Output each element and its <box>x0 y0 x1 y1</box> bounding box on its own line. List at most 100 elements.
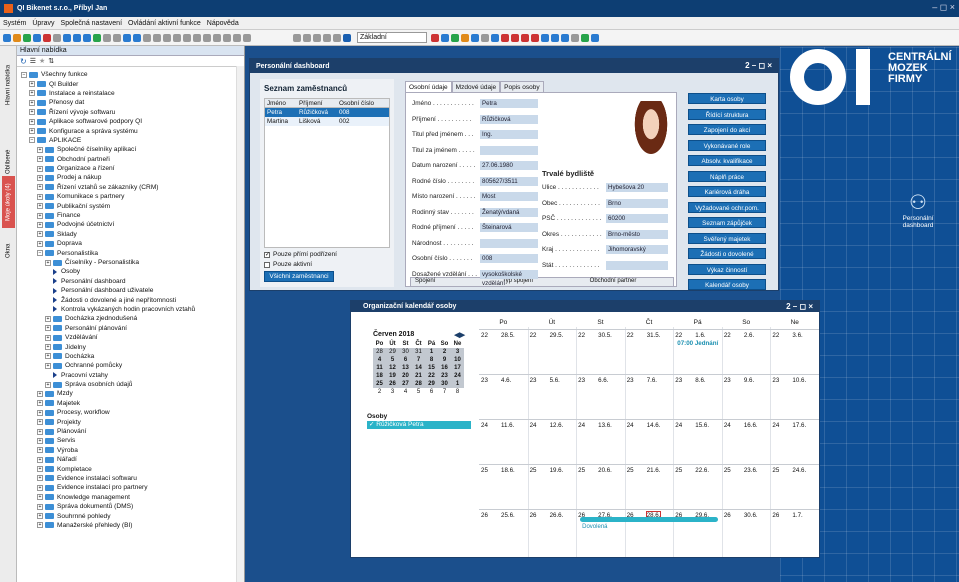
field-value[interactable]: Most <box>480 192 538 201</box>
tree-item[interactable]: + Řízení vývoje softwaru <box>17 108 244 117</box>
expand-toggle-icon[interactable]: + <box>37 240 43 247</box>
mini-day[interactable]: 22 <box>425 372 438 380</box>
expand-toggle-icon[interactable]: + <box>45 259 51 266</box>
mini-day[interactable]: 8 <box>425 356 438 364</box>
address-value[interactable]: 60200 <box>606 214 668 223</box>
calendar-day[interactable]: 20.6. <box>598 467 612 474</box>
toolbar-icon[interactable] <box>501 33 509 42</box>
toolbar-icon[interactable] <box>43 33 51 42</box>
expand-toggle-icon[interactable]: + <box>29 99 35 106</box>
menu-item[interactable]: Nápověda <box>207 20 239 27</box>
tree-item[interactable]: + Komunikace s partnery <box>17 192 244 201</box>
toolbar-icon[interactable] <box>323 33 331 42</box>
field-value[interactable]: Ing. <box>480 130 538 139</box>
relation-column-header[interactable]: Obchodní partner <box>586 278 673 286</box>
calendar-day[interactable]: 1.6. <box>695 332 705 339</box>
list-icon[interactable]: ☰ <box>30 57 36 65</box>
tree-item[interactable]: + Souhrnné pohledy <box>17 511 244 520</box>
mini-day[interactable]: 23 <box>438 372 451 380</box>
expand-toggle-icon[interactable]: + <box>37 522 43 529</box>
toolbar-icon[interactable] <box>83 33 91 42</box>
expand-toggle-icon[interactable]: + <box>37 400 43 407</box>
expand-toggle-icon[interactable]: − <box>21 71 27 78</box>
tree-item[interactable]: + Docházka zjednodušená <box>17 314 244 323</box>
expand-toggle-icon[interactable]: + <box>37 456 43 463</box>
view-combo[interactable]: Základní <box>357 32 427 43</box>
tree-item[interactable]: + Publikační systém <box>17 201 244 210</box>
expand-toggle-icon[interactable]: − <box>37 250 43 257</box>
relation-column-header[interactable]: Typ spojení <box>498 278 585 286</box>
expand-toggle-icon[interactable]: + <box>37 203 43 210</box>
toolbar-icon[interactable] <box>3 33 11 42</box>
tree-item[interactable]: + Správa osobních údajů <box>17 380 244 389</box>
toolbar-icon[interactable] <box>203 33 211 42</box>
expand-toggle-icon[interactable]: + <box>37 466 43 473</box>
toolbar-icon[interactable] <box>183 33 191 42</box>
mini-day[interactable]: 5 <box>412 388 425 396</box>
month-nav-icons[interactable]: ◀▶ <box>454 331 465 339</box>
tree-item[interactable]: Pracovní vztahy <box>17 371 244 380</box>
calendar-day[interactable]: 30.6. <box>744 512 758 519</box>
tree-item[interactable]: + Majetek <box>17 399 244 408</box>
expand-toggle-icon[interactable]: + <box>37 231 43 238</box>
expand-toggle-icon[interactable]: + <box>37 212 43 219</box>
expand-toggle-icon[interactable]: + <box>37 437 43 444</box>
vertical-tab[interactable]: Hlavní nabídka <box>2 50 15 120</box>
calendar-day[interactable]: 12.6. <box>550 422 564 429</box>
tree-item[interactable]: + Společné číselníky aplikací <box>17 145 244 154</box>
address-value[interactable]: Jihomoravský <box>606 245 668 254</box>
field-value[interactable] <box>480 238 538 248</box>
expand-toggle-icon[interactable]: + <box>45 315 51 322</box>
tree-item[interactable]: + Manažerské přehledy (BI) <box>17 521 244 530</box>
expand-toggle-icon[interactable]: + <box>37 513 43 520</box>
menu-item[interactable]: Úpravy <box>32 20 54 27</box>
dashboard-action-button[interactable]: Zapojení do akcí <box>688 124 766 135</box>
calendar-window-controls[interactable]: 2 – ◻ × <box>786 302 813 311</box>
expand-toggle-icon[interactable]: + <box>29 81 35 88</box>
expand-toggle-icon[interactable]: + <box>37 503 43 510</box>
calendar-day[interactable]: 14.6. <box>647 422 661 429</box>
toolbar-icon[interactable] <box>73 33 81 42</box>
calendar-day[interactable]: 5.6. <box>550 377 560 384</box>
tree-item[interactable]: − Všechny funkce <box>17 70 244 79</box>
field-value[interactable]: Růžičková <box>480 114 538 124</box>
sort-icon[interactable]: ⇅ <box>48 57 54 65</box>
tree-item[interactable]: + Personální plánování <box>17 324 244 333</box>
field-value[interactable]: Ženatý/vdaná <box>480 207 538 217</box>
tree-item[interactable]: + Správa dokumentů (DMS) <box>17 502 244 511</box>
calendar-day[interactable]: 23.6. <box>744 467 758 474</box>
calendar-day[interactable]: 9.6. <box>744 377 754 384</box>
expand-toggle-icon[interactable]: + <box>37 174 43 181</box>
field-value[interactable] <box>480 145 538 155</box>
toolbar-icon[interactable] <box>343 33 351 42</box>
tree-item[interactable]: + Instalace a reinstalace <box>17 89 244 98</box>
field-value[interactable]: Petra <box>480 99 538 108</box>
dashboard-action-button[interactable]: Výkaz činností <box>688 263 766 275</box>
toolbar-icon[interactable] <box>173 33 181 42</box>
expand-toggle-icon[interactable]: + <box>29 90 35 97</box>
mini-day[interactable]: 28 <box>412 380 425 388</box>
tree-item[interactable]: − Personalistika <box>17 248 244 257</box>
tree-item[interactable]: + Organizace a řízení <box>17 164 244 173</box>
tree-item[interactable]: + Mzdy <box>17 389 244 398</box>
expand-toggle-icon[interactable]: + <box>37 146 43 153</box>
expand-toggle-icon[interactable]: + <box>37 484 43 491</box>
calendar-day[interactable]: 28.5. <box>501 332 515 339</box>
menu-item[interactable]: Systém <box>3 20 26 27</box>
toolbar-icon[interactable] <box>491 33 499 42</box>
dashboard-action-button[interactable]: Žádosti o dovolené <box>688 248 766 259</box>
personal-dashboard-tile[interactable]: ⚇ Personální dashboard <box>888 190 948 229</box>
toolbar-icon[interactable] <box>541 33 549 42</box>
mini-day[interactable]: 29 <box>386 348 399 356</box>
toolbar-icon[interactable] <box>293 33 301 42</box>
tree-item[interactable]: + Procesy, workflow <box>17 408 244 417</box>
toolbar-icon[interactable] <box>103 33 111 42</box>
dashboard-action-button[interactable]: Řídící struktura <box>688 108 766 120</box>
toolbar-icon[interactable] <box>303 33 311 42</box>
column-header[interactable]: Osobní číslo <box>337 100 377 107</box>
mini-day[interactable]: 16 <box>438 364 451 372</box>
toolbar-icon[interactable] <box>471 33 479 42</box>
mini-day[interactable]: 29 <box>425 380 438 388</box>
toolbar-icon[interactable] <box>511 33 519 42</box>
toolbar-icon[interactable] <box>153 33 161 42</box>
